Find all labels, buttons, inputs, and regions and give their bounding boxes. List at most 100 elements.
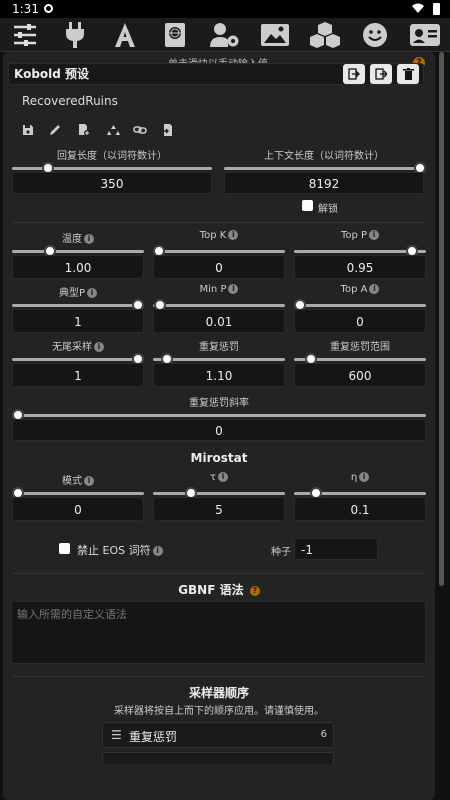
mirostat-label-text: 模式: [62, 476, 82, 487]
ban-eos-checkbox[interactable]: [59, 543, 70, 554]
rep-pen-slope-value[interactable]: 0: [12, 419, 426, 441]
preset-title: Kobold 预设: [14, 67, 90, 81]
grid-slider-label-text: Top A: [340, 284, 368, 295]
file-add-icon[interactable]: [74, 121, 94, 139]
sampler-order-item[interactable]: [102, 752, 334, 764]
grid-slider[interactable]: [12, 245, 144, 257]
grid-slider-label: 重复惩罚范围: [294, 338, 426, 353]
grid-slider-value[interactable]: 0: [294, 309, 426, 333]
help-icon[interactable]: ?: [249, 585, 260, 596]
sampler-item-index: 6: [320, 729, 327, 740]
sampler-order-item[interactable]: ☰ 重复惩罚 6: [102, 722, 334, 748]
grid-slider[interactable]: [153, 299, 285, 311]
context-length-slider[interactable]: [224, 162, 426, 174]
grid-slider[interactable]: [153, 353, 285, 365]
info-icon[interactable]: i: [369, 230, 380, 240]
gbnf-title-text: GBNF 语法: [178, 583, 244, 597]
grid-slider-value[interactable]: 0.01: [153, 309, 285, 333]
info-icon[interactable]: i: [84, 234, 94, 244]
mirostat-label-text: η: [350, 472, 358, 483]
grid-slider-value[interactable]: 1.00: [12, 255, 144, 279]
pencil-icon[interactable]: [45, 121, 65, 139]
ban-eos-label: 禁止 EOS 词符 i: [77, 542, 163, 558]
status-bar: 1:31: [0, 0, 450, 18]
grid-slider-value[interactable]: 0: [153, 255, 285, 279]
file-import-icon[interactable]: [158, 121, 178, 139]
grid-slider[interactable]: [12, 299, 144, 311]
info-icon[interactable]: i: [94, 342, 104, 352]
font-icon[interactable]: [110, 21, 140, 49]
grid-slider-value[interactable]: 0.95: [294, 255, 426, 279]
image-icon[interactable]: [260, 21, 290, 49]
info-icon[interactable]: i: [228, 230, 239, 240]
mirostat-label-text: τ: [209, 472, 217, 483]
response-length-value[interactable]: 350: [12, 172, 212, 194]
grid-slider-label-text: Top P: [340, 230, 368, 241]
delete-preset-button[interactable]: [397, 64, 419, 84]
recycle-icon[interactable]: [103, 121, 123, 139]
mirostat-value[interactable]: 0.1: [294, 497, 426, 521]
grid-slider-value[interactable]: 600: [294, 363, 426, 387]
sampler-order-desc: 采样器将按自上而下的顺序应用。请谨慎使用。: [114, 706, 324, 717]
grid-slider-label-text: 典型P: [58, 288, 86, 299]
book-globe-icon[interactable]: [160, 21, 190, 49]
mirostat-slider[interactable]: [12, 487, 144, 499]
info-icon[interactable]: i: [218, 472, 229, 482]
gbnf-textarea[interactable]: 输入所需的自定义语法: [11, 601, 426, 664]
response-length-label: 回复长度（以词符数计）: [57, 151, 167, 162]
info-icon[interactable]: i: [359, 472, 370, 482]
grid-slider-value[interactable]: 1.10: [153, 363, 285, 387]
user-gear-icon[interactable]: [210, 21, 240, 49]
info-icon[interactable]: i: [84, 476, 94, 486]
info-icon[interactable]: i: [369, 284, 380, 294]
export-preset-button[interactable]: [370, 64, 392, 84]
mirostat-slider[interactable]: [294, 487, 426, 499]
grid-slider-value[interactable]: 1: [12, 363, 144, 387]
grid-slider-label: Min Pi: [153, 284, 285, 295]
rep-pen-slope-label: 重复惩罚斜率: [189, 398, 249, 409]
divider: [12, 222, 424, 223]
unlock-checkbox[interactable]: [302, 200, 313, 211]
smile-icon[interactable]: [360, 21, 390, 49]
save-icon[interactable]: [18, 121, 38, 139]
mirostat-value[interactable]: 0: [12, 497, 144, 521]
mirostat-value[interactable]: 5: [153, 497, 285, 521]
context-length-value[interactable]: 8192: [224, 172, 424, 194]
grid-slider-label-text: 温度: [62, 234, 82, 245]
seed-input[interactable]: -1: [294, 538, 378, 560]
seed-label: 种子: [271, 547, 291, 558]
top-toolbar: [0, 18, 450, 52]
contact-card-icon[interactable]: [410, 21, 440, 49]
mirostat-title: Mirostat: [190, 451, 248, 465]
drag-handle-icon[interactable]: ☰: [111, 728, 122, 742]
grid-slider[interactable]: [294, 299, 426, 311]
plug-icon[interactable]: [60, 21, 90, 49]
grid-slider-label: Top Ki: [153, 230, 285, 241]
mirostat-label: ηi: [294, 472, 426, 483]
selected-preset[interactable]: RecoveredRuins: [22, 94, 118, 108]
grid-slider[interactable]: [294, 245, 426, 257]
gbnf-title: GBNF 语法 ?: [12, 581, 426, 598]
grid-slider[interactable]: [294, 353, 426, 365]
info-icon[interactable]: i: [87, 288, 98, 298]
scrollbar[interactable]: [439, 52, 444, 586]
info-icon[interactable]: i: [152, 546, 163, 556]
grid-slider[interactable]: [153, 245, 285, 257]
sliders-icon[interactable]: [10, 21, 40, 49]
grid-slider-value[interactable]: 1: [12, 309, 144, 333]
mirostat-slider[interactable]: [153, 487, 285, 499]
link-icon[interactable]: [130, 121, 150, 139]
sampler-item-label: 重复惩罚: [129, 730, 178, 744]
grid-slider-label: Top Pi: [294, 230, 426, 241]
info-icon[interactable]: i: [228, 284, 239, 294]
unlock-label: 解锁: [318, 204, 338, 215]
grid-slider-label: 温度 i: [12, 230, 144, 245]
cubes-icon[interactable]: [310, 21, 340, 49]
grid-slider-label-text: Top K: [199, 230, 227, 241]
status-time: 1:31: [12, 2, 39, 16]
response-length-slider[interactable]: [12, 162, 212, 174]
grid-slider-label-text: Min P: [199, 284, 227, 295]
import-preset-button[interactable]: [343, 64, 365, 84]
rep-pen-slope-slider[interactable]: [12, 409, 426, 421]
grid-slider[interactable]: [12, 353, 144, 365]
